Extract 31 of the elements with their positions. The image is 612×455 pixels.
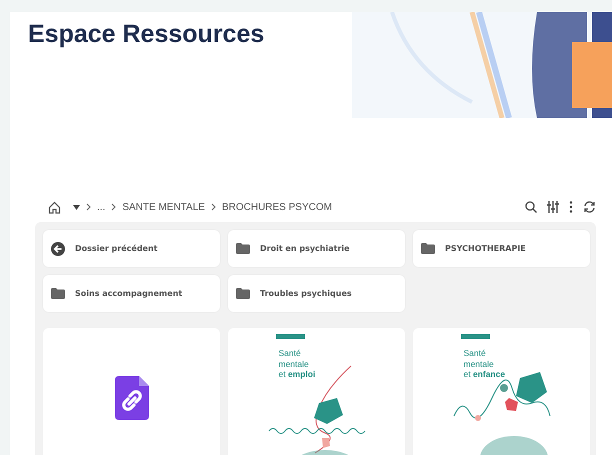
dropdown-caret-icon[interactable] <box>73 204 80 210</box>
search-icon[interactable] <box>525 201 537 213</box>
brochure-title: Santé mentale et enfance <box>464 348 506 380</box>
chevron-right-icon <box>111 203 116 211</box>
page-title: Espace Ressources <box>27 19 266 49</box>
back-folder-button[interactable]: Dossier précédent <box>43 230 220 267</box>
folder-icon <box>51 288 65 299</box>
breadcrumb-item[interactable]: SANTE MENTALE <box>122 202 205 212</box>
folder-icon <box>236 243 250 254</box>
folder-button[interactable]: Troubles psychiques <box>228 275 405 312</box>
home-icon[interactable] <box>48 200 61 214</box>
file-card[interactable]: Santé mentale et emploi <box>228 328 405 455</box>
folder-icon <box>421 243 435 254</box>
link-file-icon <box>114 376 148 420</box>
folder-button[interactable]: Soins accompagnement <box>43 275 220 312</box>
brochure-title: Santé mentale et emploi <box>278 348 316 380</box>
folder-button[interactable]: Droit en psychiatrie <box>228 230 405 267</box>
refresh-icon[interactable] <box>583 201 596 213</box>
folder-icon <box>236 288 250 299</box>
filter-sliders-icon[interactable] <box>547 201 559 213</box>
cover-label-icon <box>460 334 490 339</box>
chevron-right-icon <box>86 203 91 211</box>
back-arrow-icon <box>51 242 65 256</box>
chevron-right-icon <box>210 203 216 211</box>
breadcrumb-item[interactable]: BROCHURES PSYCOM <box>222 202 332 212</box>
file-card[interactable]: Santé mentale et enfance <box>413 328 590 455</box>
breadcrumb-ellipsis[interactable]: ... <box>97 202 106 212</box>
more-options-icon[interactable] <box>569 201 573 213</box>
cover-label-icon <box>276 334 304 339</box>
folder-button[interactable]: PSYCHOTHERAPIE <box>413 230 590 267</box>
file-card[interactable] <box>43 328 220 455</box>
